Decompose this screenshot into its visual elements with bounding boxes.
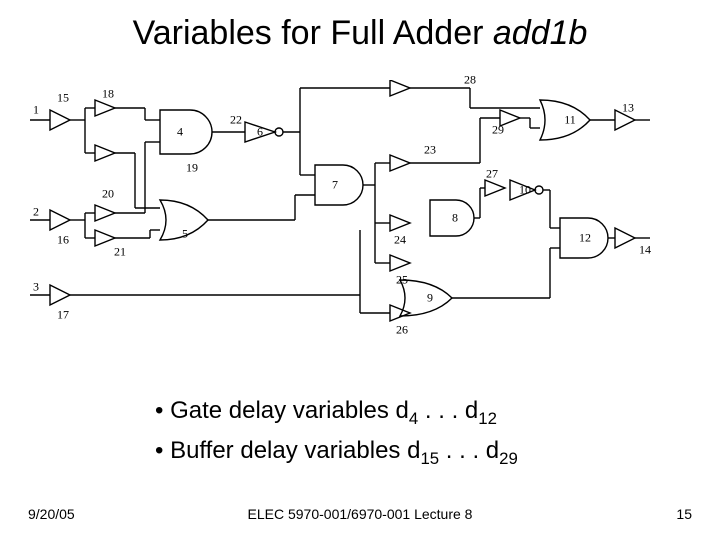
gate-label: 8 [452,211,458,226]
pin-label: 2 [33,205,39,220]
buf-icon [95,230,115,246]
footer-center: ELEC 5970-001/6970-001 Lecture 8 [0,506,720,522]
buf-icon [390,155,410,171]
and-gate-icon [160,110,212,154]
gate-label: 9 [427,291,433,306]
buf-icon [390,80,410,96]
buf-icon [50,285,70,305]
gate-label: 6 [257,125,263,140]
circuit-svg [30,80,650,335]
slide: Variables for Full Adder add1b [0,0,720,540]
buf-icon [95,205,115,221]
wire-label: 24 [394,233,406,248]
buf-icon [95,145,115,161]
bullet-list: Gate delay variables d4 . . . d12 Buffer… [115,394,518,475]
bullet-gate-delays: Gate delay variables d4 . . . d12 [155,394,518,430]
buf-label: 17 [57,308,69,323]
gate-label: 7 [332,178,338,193]
circuit-diagram: 1 2 3 15 16 17 18 19 20 21 4 5 22 6 7 23… [30,80,650,335]
gate-label: 4 [177,125,183,140]
buf-label: 21 [114,245,126,260]
buf-icon [615,228,635,248]
buf-label: 20 [102,187,114,202]
pin-label: 1 [33,103,39,118]
title-text: Variables for Full Adder [133,14,493,52]
slide-title: Variables for Full Adder add1b [0,14,720,53]
footer-page-number: 15 [676,506,692,522]
gate-label: 5 [182,227,188,242]
buf-icon [95,100,115,116]
wire-label: 26 [396,323,408,338]
buf-icon [390,255,410,271]
buf-icon [50,210,70,230]
buf-icon [390,305,410,321]
bullet-buffer-delays: Buffer delay variables d15 . . . d29 [155,434,518,470]
buf-icon [485,180,505,196]
gate-label: 11 [564,113,576,128]
wire-label: 27 [486,167,498,182]
wire-label: 29 [492,123,504,138]
buf-label: 18 [102,87,114,102]
gate-label: 12 [579,231,591,246]
wire-label: 25 [396,273,408,288]
gate-label: 10 [519,183,531,198]
buf-icon [50,110,70,130]
wire-label: 22 [230,113,242,128]
wire-label: 23 [424,143,436,158]
buf-label: 16 [57,233,69,248]
wire-label: 28 [464,73,476,88]
buf-label: 15 [57,91,69,106]
buf-label: 19 [186,161,198,176]
and-gate-icon [315,165,363,205]
title-italic: add1b [493,14,588,52]
out-label: 13 [622,101,634,116]
buf-icon [390,215,410,231]
pin-label: 3 [33,280,39,295]
out-label: 14 [639,243,651,258]
